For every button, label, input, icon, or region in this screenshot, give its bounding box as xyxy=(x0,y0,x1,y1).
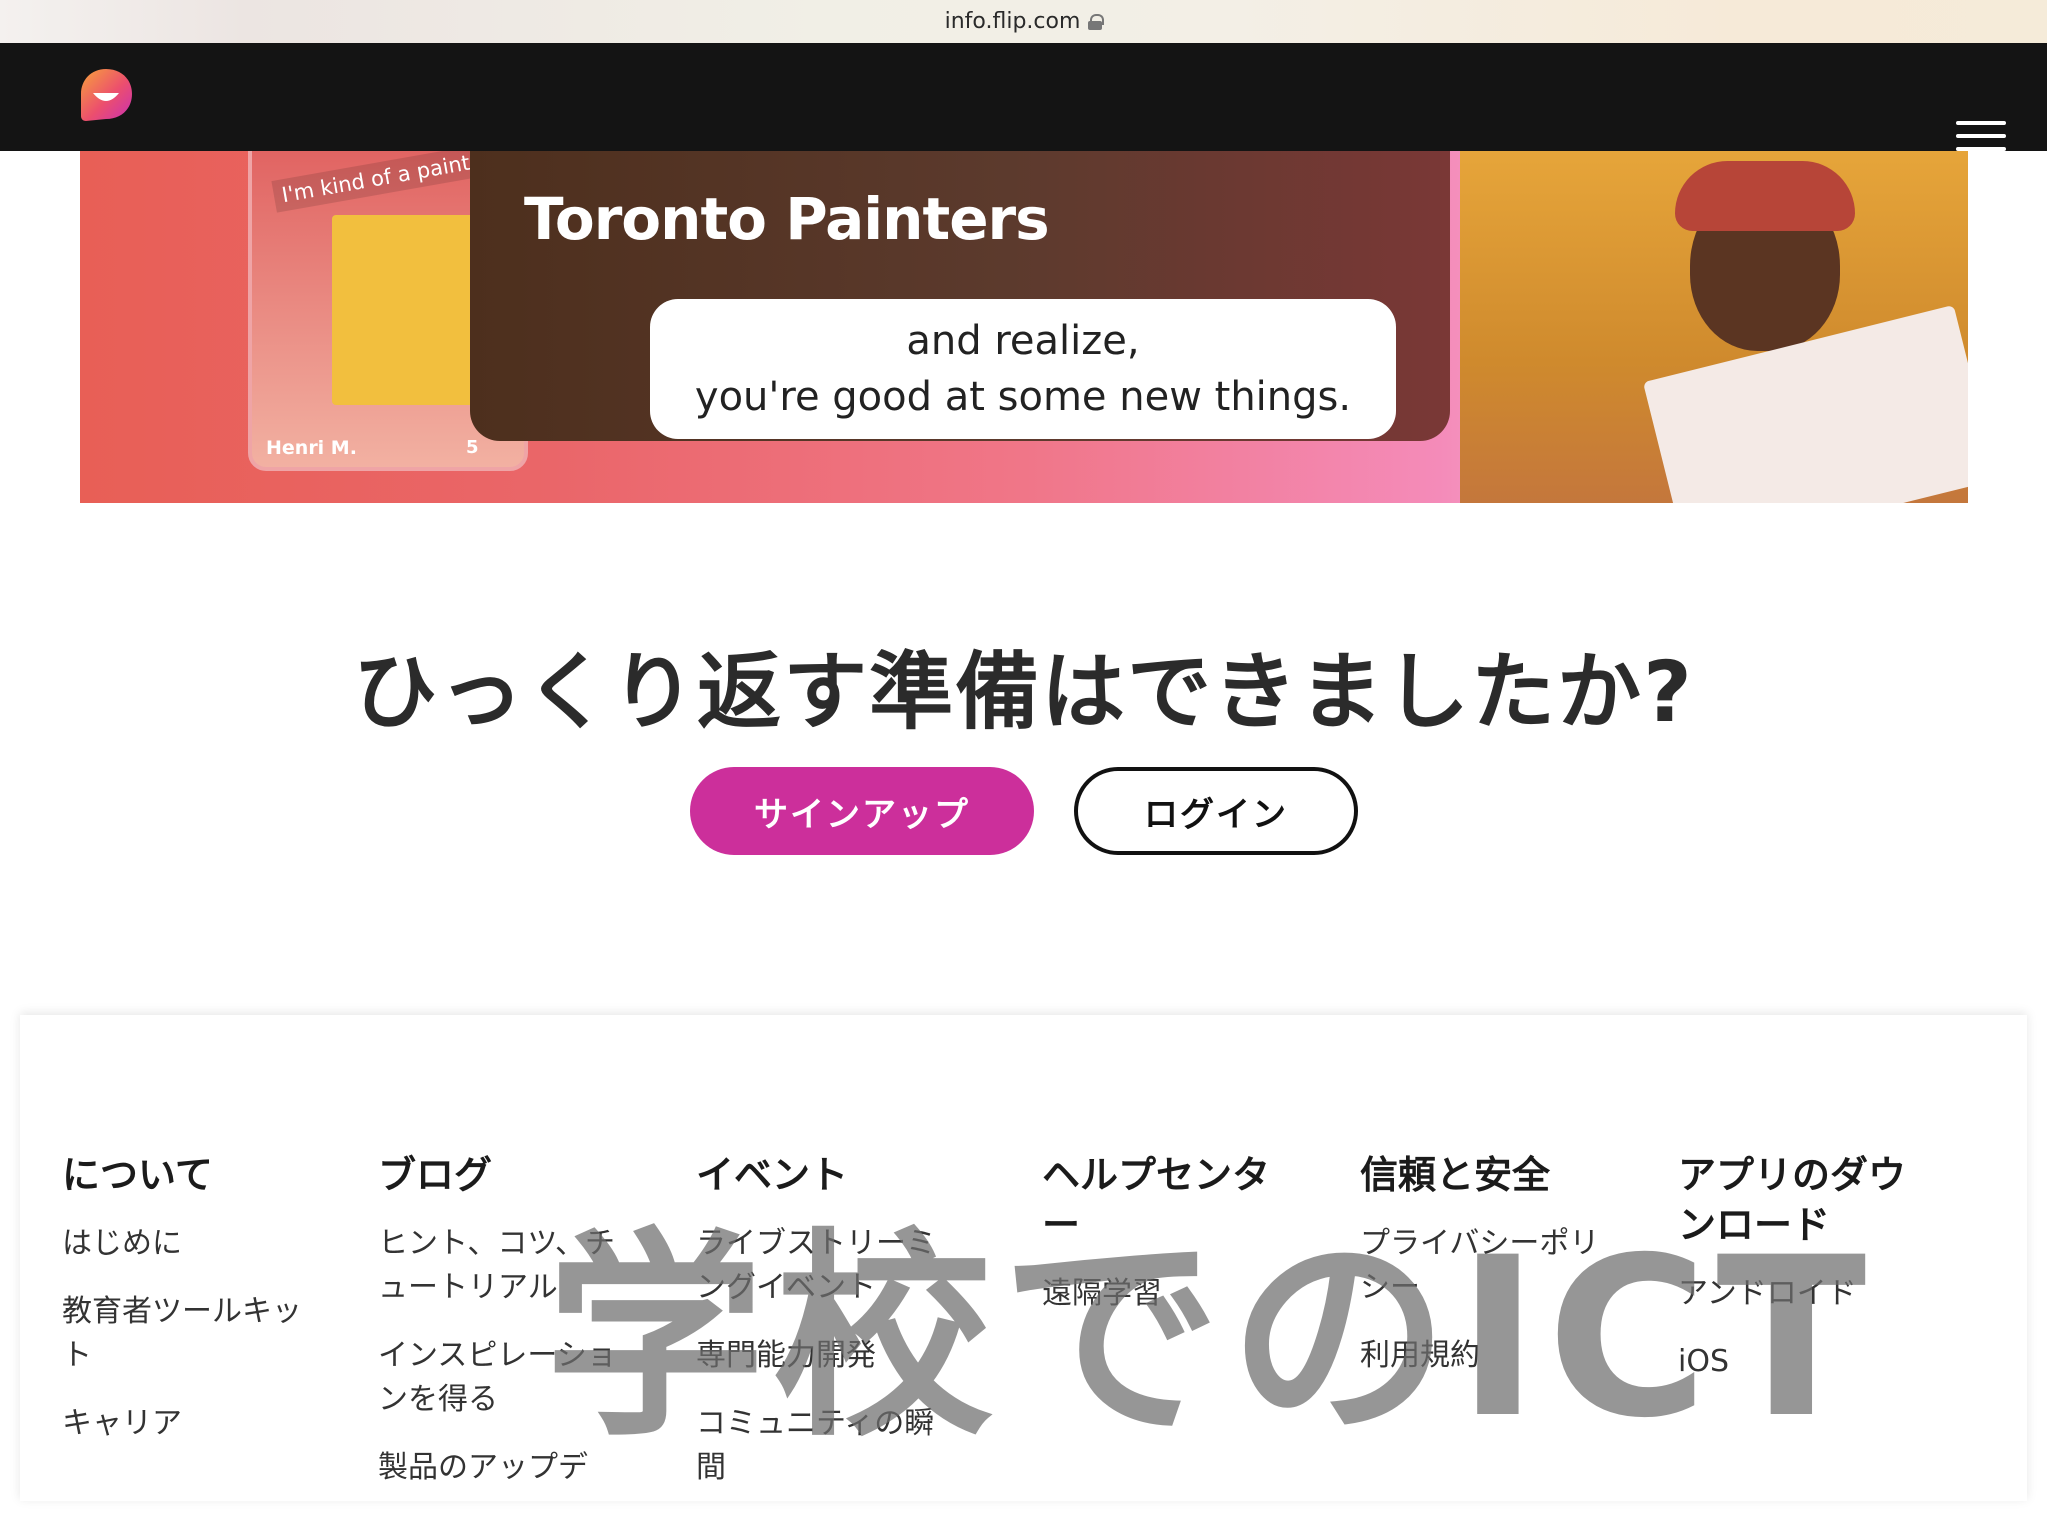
footer-link[interactable]: 製品のアップデ xyxy=(378,1446,618,1490)
painter-photo xyxy=(1460,151,1968,503)
footer-link[interactable]: はじめに xyxy=(62,1222,302,1266)
footer-link[interactable]: iOS xyxy=(1678,1340,1918,1384)
comment-count: 5 xyxy=(466,437,479,458)
footer-link[interactable]: コミュニティの瞬間 xyxy=(696,1402,936,1490)
footer-column-about: について はじめに 教育者ツールキット キャリア xyxy=(62,1150,302,1470)
footer: について はじめに 教育者ツールキット キャリア ブログ ヒント、コツ、チュート… xyxy=(20,1015,2027,1501)
footer-column-download: アプリのダウンロード アンドロイド iOS xyxy=(1678,1150,1918,1408)
video-title: Toronto Painters xyxy=(524,185,1050,253)
signup-button[interactable]: サインアップ xyxy=(690,767,1034,855)
footer-column-trust: 信頼と安全 プライバシーポリシー 利用規約 xyxy=(1360,1150,1600,1402)
login-button[interactable]: ログイン xyxy=(1074,767,1358,855)
footer-link[interactable]: ライブストリーミングイベント xyxy=(696,1222,936,1310)
footer-heading: ヘルプセンター xyxy=(1042,1153,1271,1247)
footer-heading: 信頼と安全 xyxy=(1360,1153,1551,1197)
footer-link[interactable]: インスピレーションを得る xyxy=(378,1334,618,1422)
footer-heading: アプリのダウンロード xyxy=(1678,1153,1907,1247)
footer-heading: イベント xyxy=(696,1153,849,1197)
footer-link[interactable]: 教育者ツールキット xyxy=(62,1290,302,1378)
caption-line-2: you're good at some new things. xyxy=(694,374,1352,420)
footer-link[interactable]: 利用規約 xyxy=(1360,1334,1600,1378)
footer-column-help: ヘルプセンター 遠隔学習 xyxy=(1042,1150,1282,1340)
footer-link[interactable]: キャリア xyxy=(62,1402,302,1446)
flip-logo-icon[interactable] xyxy=(78,67,134,123)
caption-bubble: and realize, you're good at some new thi… xyxy=(650,299,1396,439)
top-navbar xyxy=(0,43,2047,151)
cta-title: ひっくり返す準備はできましたか? xyxy=(353,643,1694,741)
footer-link[interactable]: プライバシーポリシー xyxy=(1360,1222,1600,1310)
hero-banner-image: I'm kind of a painter now! Henri M. 5 To… xyxy=(80,151,1968,503)
footer-heading: ブログ xyxy=(378,1153,493,1197)
browser-url-bar[interactable]: info.flip.com xyxy=(0,0,2047,43)
footer-link[interactable]: 遠隔学習 xyxy=(1042,1272,1282,1316)
caption-line-1: and realize, xyxy=(906,318,1140,364)
footer-heading: について xyxy=(62,1153,213,1197)
url-text: info.flip.com xyxy=(944,9,1081,34)
author-name: Henri M. xyxy=(266,437,357,459)
footer-column-blog: ブログ ヒント、コツ、チュートリアル インスピレーションを得る 製品のアップデ xyxy=(378,1150,618,1514)
painting-poster xyxy=(332,215,482,405)
hamburger-menu-icon[interactable] xyxy=(1956,121,2006,153)
footer-column-events: イベント ライブストリーミングイベント 専門能力開発 コミュニティの瞬間 xyxy=(696,1150,936,1514)
footer-link[interactable]: アンドロイド xyxy=(1678,1272,1918,1316)
footer-link[interactable]: 専門能力開発 xyxy=(696,1334,936,1378)
lock-icon xyxy=(1088,13,1105,30)
footer-link[interactable]: ヒント、コツ、チュートリアル xyxy=(378,1222,618,1310)
